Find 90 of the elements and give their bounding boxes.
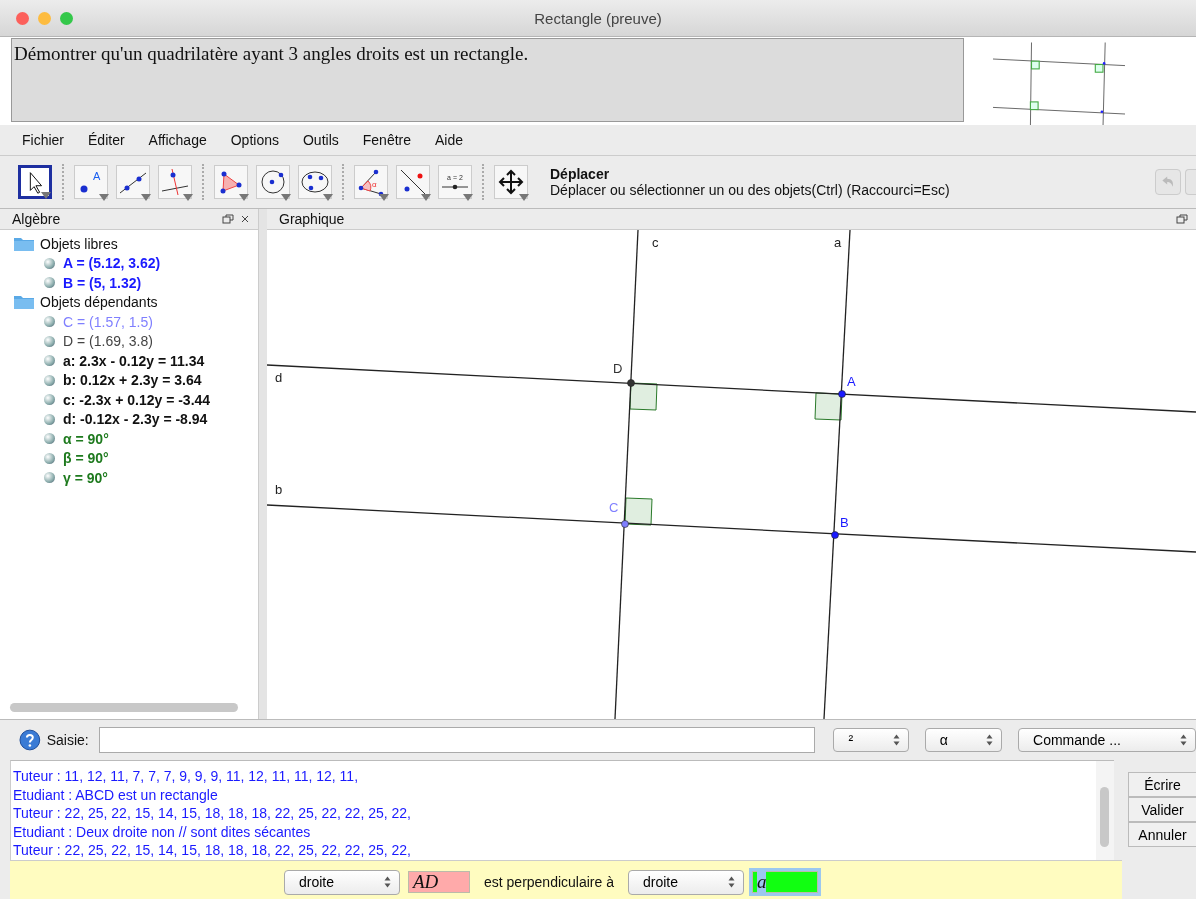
sphere-icon[interactable] (44, 394, 55, 406)
algebra-object[interactable]: b: 0.12x + 2.3y = 3.64 (63, 372, 202, 389)
menu-item[interactable]: Affichage (136, 132, 219, 148)
action-button[interactable]: Écrire (1128, 772, 1196, 797)
move-arrows-icon (496, 167, 526, 197)
sphere-icon[interactable] (44, 472, 55, 484)
line[interactable] (267, 504, 1196, 553)
dropdown[interactable]: ² (833, 728, 909, 752)
line-label: d (275, 370, 283, 385)
menu-item[interactable]: Aide (423, 132, 476, 148)
dropdown[interactable]: Commande ... (1018, 728, 1196, 752)
tool-button[interactable] (18, 165, 52, 199)
point[interactable] (627, 379, 635, 387)
log-line: Tuteur : 22, 25, 22, 15, 14, 15, 18, 18, 18, 22, 25, 22, 22, 25, 22, (13, 804, 412, 823)
point-label: B (840, 515, 849, 530)
sphere-icon[interactable] (44, 316, 55, 328)
dropdown[interactable]: α (924, 728, 1003, 752)
folder-label[interactable]: Objets libres (40, 235, 118, 252)
log-line: Etudiant : Deux droite non // sont dites sécantes (13, 822, 312, 841)
stepper-arrows-icon (892, 734, 900, 746)
sphere-icon[interactable] (44, 277, 55, 289)
tool-button[interactable]: α (354, 165, 388, 199)
dropdown[interactable]: droite (284, 869, 400, 895)
line-label: a (834, 235, 842, 250)
folder-label[interactable]: Objets dépendants (40, 294, 158, 311)
panel-title: Algèbre (12, 211, 61, 227)
point-label: A (847, 374, 856, 389)
algebra-object[interactable]: γ = 90° (63, 469, 108, 486)
menu-item[interactable]: Éditer (76, 132, 137, 148)
input-label: Saisie: (46, 732, 89, 748)
right-angle-mark[interactable] (624, 497, 653, 526)
point[interactable] (621, 520, 629, 528)
log-line: Tuteur : 22, 25, 22, 15, 14, 15, 18, 18, 18, 22, 25, 22, 22, 25, 22, (13, 841, 412, 860)
menu-item[interactable]: Options (218, 132, 291, 148)
log-line: Etudiant : ABCD est un rectangle (13, 785, 219, 804)
menu-item[interactable]: Outils (290, 132, 351, 148)
algebra-object[interactable]: A = (5.12, 3.62) (63, 255, 161, 272)
menu-item[interactable]: Fichier (10, 132, 76, 148)
line-label: c (652, 235, 659, 250)
algebra-object[interactable]: d: -0.12x - 2.3y = -8.94 (63, 411, 208, 428)
tool-name: Déplacer (550, 166, 611, 182)
log-line: Tuteur : 11, 12, 11, 7, 7, 7, 9, 9, 9, 11, 12, 11, 11, 12, 11, (13, 767, 360, 786)
answer-text: est perpendiculaire à (484, 874, 614, 890)
answer-field[interactable]: a (752, 871, 818, 893)
menu-item[interactable]: Fenêtre (350, 132, 423, 148)
undock-icon[interactable] (222, 214, 234, 224)
sphere-icon[interactable] (44, 452, 55, 464)
circle-icon (258, 167, 288, 197)
scrollbar-thumb[interactable] (10, 703, 238, 712)
action-button[interactable]: Annuler (1128, 822, 1196, 847)
point[interactable] (838, 390, 846, 398)
problem-statement: Démontrer qu'un quadrilatère ayant 3 angles droits est un rectangle. (11, 38, 964, 122)
tool-button[interactable]: A (74, 165, 108, 199)
perpendicular-icon (160, 167, 190, 197)
algebra-object[interactable]: β = 90° (63, 450, 109, 467)
point[interactable] (831, 531, 839, 539)
folder-icon (14, 295, 34, 310)
stepper-arrows-icon (986, 734, 994, 746)
input-field[interactable] (98, 727, 816, 753)
sphere-icon[interactable] (44, 433, 55, 445)
point-label: C (609, 500, 619, 515)
algebra-object[interactable]: D = (1.69, 3.8) (63, 333, 153, 350)
action-button[interactable]: Valider (1128, 797, 1196, 822)
window-title: Rectangle (preuve) (534, 9, 662, 27)
algebra-object[interactable]: B = (5, 1.32) (63, 274, 142, 291)
line[interactable] (267, 364, 1196, 413)
dropdown[interactable]: droite (628, 869, 744, 895)
stepper-arrows-icon (728, 876, 735, 888)
line-point-icon (398, 167, 428, 197)
algebra-object[interactable]: a: 2.3x - 0.12y = 11.34 (63, 352, 205, 369)
sphere-icon[interactable] (44, 257, 55, 269)
sphere-icon[interactable] (44, 413, 55, 425)
algebra-object[interactable]: c: -2.3x + 0.12y = -3.44 (63, 391, 211, 408)
help-icon[interactable] (19, 729, 41, 751)
folder-icon (14, 236, 34, 251)
sphere-icon[interactable] (44, 335, 55, 347)
answer-field[interactable]: AD (408, 871, 470, 893)
panel-title: Graphique (279, 211, 345, 227)
point-label: D (613, 361, 623, 376)
close-icon[interactable] (240, 214, 250, 224)
undock-icon[interactable] (1176, 214, 1188, 224)
sphere-icon[interactable] (44, 374, 55, 386)
line-label: b (275, 482, 283, 497)
algebra-object[interactable]: α = 90° (63, 430, 109, 447)
sphere-icon[interactable] (44, 355, 55, 367)
stepper-arrows-icon (384, 876, 391, 888)
scrollbar-thumb[interactable] (1100, 787, 1109, 847)
right-angle-mark[interactable] (629, 382, 658, 411)
tool-help: Déplacer ou sélectionner un ou des objets(Ctrl) (Raccourci=Esc) (550, 182, 950, 198)
stepper-arrows-icon (1180, 734, 1187, 746)
